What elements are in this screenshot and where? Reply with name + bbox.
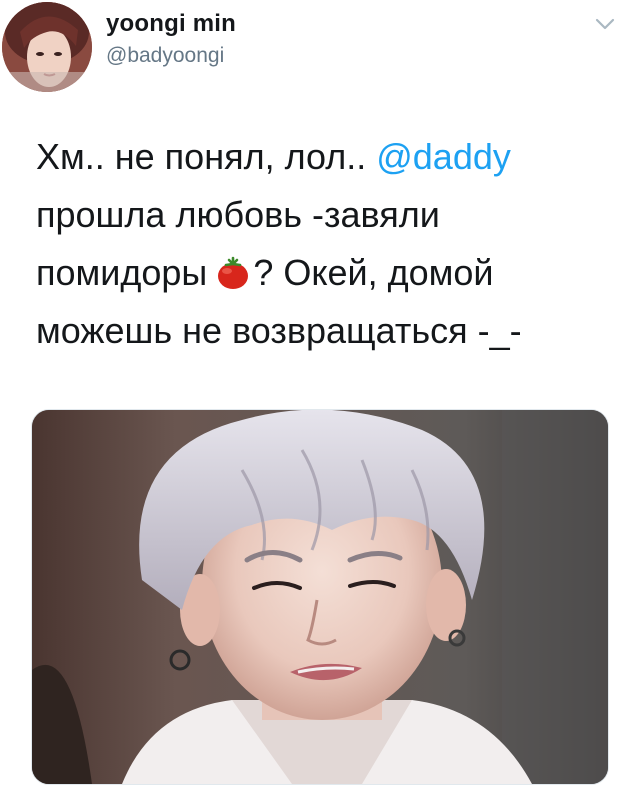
tweet-text: Хм.. не понял, лол.. @daddy прошла любов… [36,128,616,360]
tweet-text-line-4: можешь не возвращаться -_- [36,310,522,351]
tweet-text-line-3: помидоры ? Окей, домой [36,244,616,302]
chevron-down-icon[interactable] [594,16,616,32]
tweet-text-line-2: прошла любовь -завяли [36,194,440,235]
avatar[interactable] [2,2,92,92]
tweet-text-segment: Хм.. не понял, лол.. [36,136,377,177]
tweet-card: yoongi min @badyoongi Хм.. не понял, лол… [0,0,640,810]
tweet-media-photo[interactable] [31,409,609,785]
tweet-text-line-1: Хм.. не понял, лол.. @daddy [36,128,616,186]
mention-link[interactable]: @daddy [376,136,511,177]
tweet-text-segment: помидоры [36,252,208,293]
author-display-name[interactable]: yoongi min [106,10,236,38]
tomato-emoji-icon [215,250,251,289]
tweet-text-segment: ? Окей, домой [253,252,494,293]
author-handle[interactable]: @badyoongi [106,44,224,68]
